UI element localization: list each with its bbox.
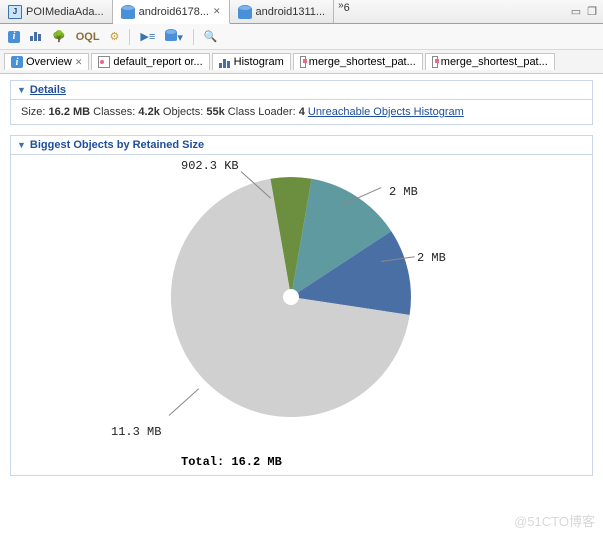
heap-dump-icon bbox=[121, 5, 135, 19]
collapse-toggle[interactable]: ▼ bbox=[17, 140, 26, 150]
tab-label: android6178... bbox=[139, 6, 209, 18]
info-icon[interactable]: i bbox=[8, 30, 20, 43]
section-title: Details bbox=[30, 84, 66, 96]
db-action-icon[interactable]: ▾ bbox=[165, 29, 183, 44]
report-icon bbox=[98, 56, 110, 68]
java-file-icon: J bbox=[8, 5, 22, 19]
details-body: Size: 16.2 MB Classes: 4.2k Objects: 55k… bbox=[11, 100, 592, 124]
close-icon[interactable]: ✕ bbox=[213, 6, 221, 17]
path-icon bbox=[432, 56, 438, 68]
tab-label: POIMediaAda... bbox=[26, 6, 104, 18]
collapse-toggle[interactable]: ▼ bbox=[17, 85, 26, 95]
gear-icon[interactable]: ⚙ bbox=[110, 30, 120, 43]
slice-label: 902.3 KB bbox=[181, 159, 239, 173]
separator bbox=[129, 29, 130, 45]
pie-svg bbox=[171, 177, 411, 417]
section-title: Biggest Objects by Retained Size bbox=[30, 139, 204, 151]
editor-tab-android6178[interactable]: android6178... ✕ bbox=[113, 0, 230, 24]
tab-label: Overview bbox=[26, 56, 72, 68]
tab-label: Histogram bbox=[234, 56, 284, 68]
tab-label: android1311... bbox=[256, 6, 326, 18]
pie-chart: 902.3 KB 2 MB 2 MB 11.3 MB Total: 16.2 M… bbox=[11, 155, 592, 475]
tab-overview[interactable]: i Overview ✕ bbox=[4, 53, 89, 70]
oql-icon[interactable]: OQL bbox=[76, 31, 100, 43]
tab-label: merge_shortest_pat... bbox=[441, 56, 548, 68]
tab-overflow-chevron[interactable]: »6 bbox=[334, 0, 354, 23]
heap-dump-icon bbox=[238, 5, 252, 19]
unreachable-histogram-link[interactable]: Unreachable Objects Histogram bbox=[308, 106, 464, 118]
histogram-icon bbox=[219, 56, 231, 68]
info-icon: i bbox=[11, 56, 23, 68]
details-section: ▼ Details Size: 16.2 MB Classes: 4.2k Ob… bbox=[10, 80, 593, 125]
run-query-icon[interactable]: ▶≡ bbox=[140, 30, 155, 43]
tab-merge-shortest-1[interactable]: merge_shortest_pat... bbox=[293, 53, 423, 70]
tab-label: default_report or... bbox=[113, 56, 202, 68]
dominator-tree-icon[interactable]: 🌳 bbox=[52, 30, 66, 43]
histogram-icon[interactable] bbox=[30, 29, 42, 44]
path-icon bbox=[300, 56, 306, 68]
tab-label: merge_shortest_pat... bbox=[309, 56, 416, 68]
tab-merge-shortest-2[interactable]: merge_shortest_pat... bbox=[425, 53, 555, 70]
tab-histogram[interactable]: Histogram bbox=[212, 53, 291, 70]
biggest-objects-section: ▼ Biggest Objects by Retained Size 902.3… bbox=[10, 135, 593, 476]
maximize-icon[interactable]: ❐ bbox=[587, 5, 597, 18]
slice-label: 2 MB bbox=[417, 251, 446, 265]
tab-default-report[interactable]: default_report or... bbox=[91, 53, 209, 70]
search-icon[interactable]: 🔍 bbox=[204, 30, 218, 43]
close-icon[interactable]: ✕ bbox=[75, 57, 83, 68]
pie-center bbox=[285, 291, 297, 303]
editor-tab-android1311[interactable]: android1311... bbox=[230, 0, 335, 23]
slice-label: 11.3 MB bbox=[111, 425, 161, 439]
separator bbox=[193, 29, 194, 45]
minimize-icon[interactable]: ▭ bbox=[571, 5, 581, 18]
editor-tab-poi[interactable]: J POIMediaAda... bbox=[0, 0, 113, 23]
chart-total: Total: 16.2 MB bbox=[181, 455, 282, 469]
watermark: @51CTO博客 bbox=[514, 511, 595, 530]
slice-label: 2 MB bbox=[389, 185, 418, 199]
